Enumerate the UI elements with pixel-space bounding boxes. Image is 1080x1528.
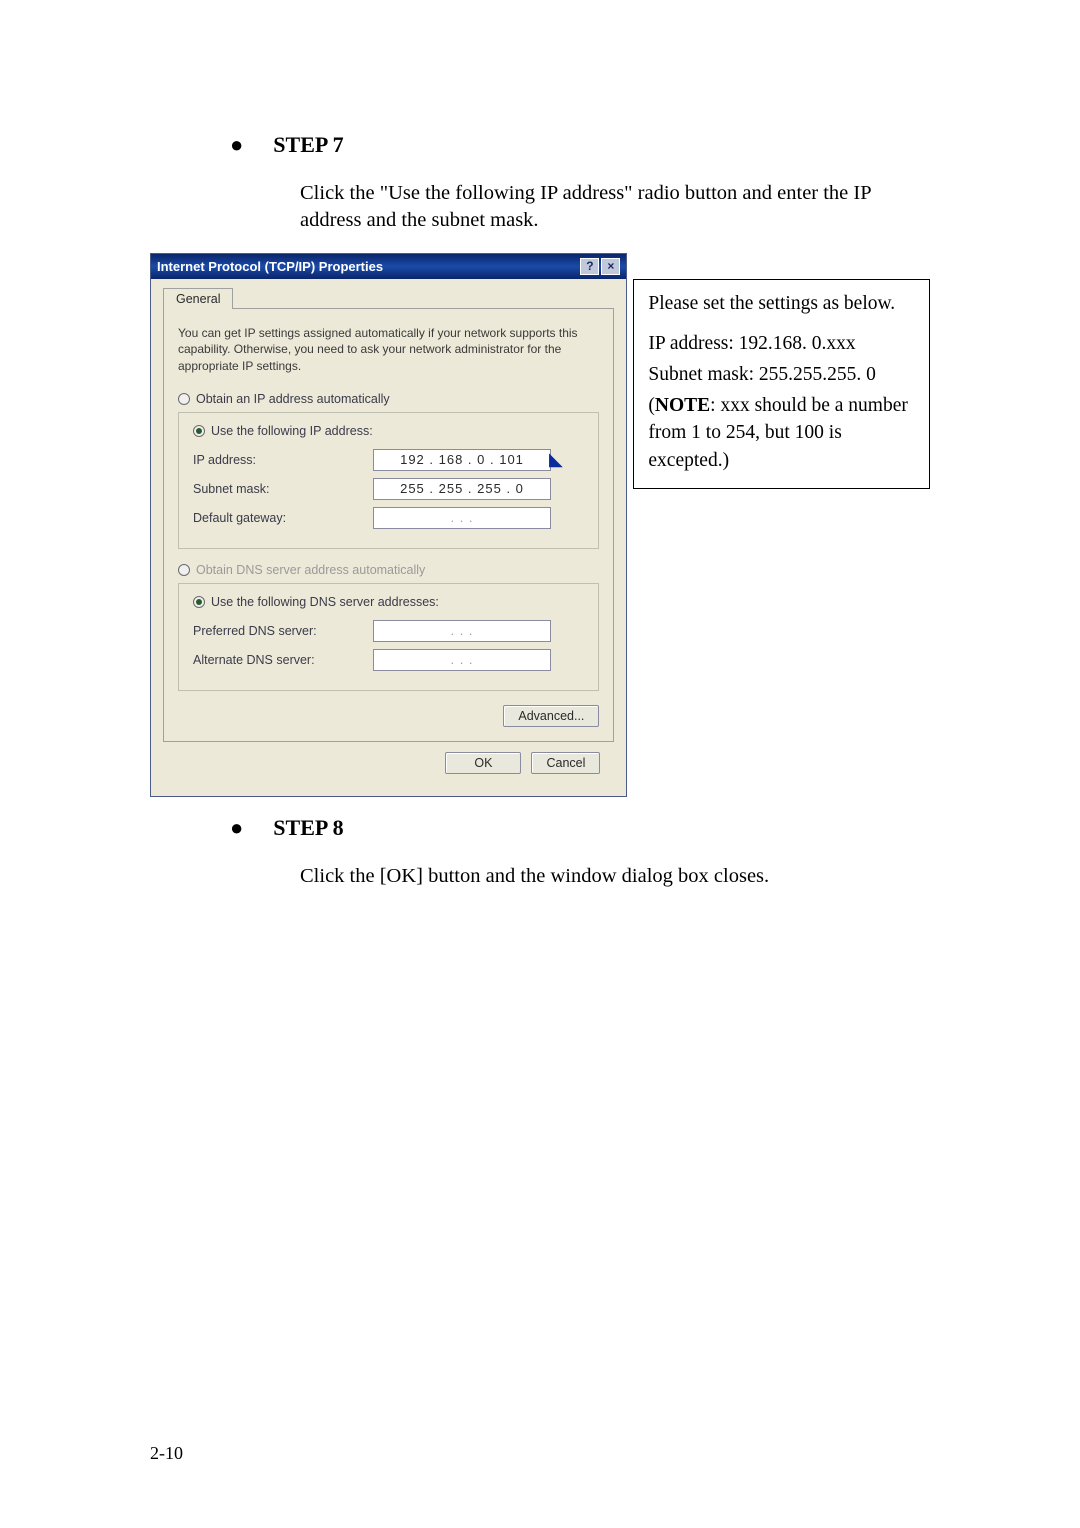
dns-auto-label: Obtain DNS server address automatically xyxy=(196,563,425,577)
cancel-button[interactable]: Cancel xyxy=(531,752,600,774)
note-line1: Please set the settings as below. xyxy=(648,290,915,317)
dns-manual-label: Use the following DNS server addresses: xyxy=(211,595,439,609)
note-ip: IP address: 192.168. 0.xxx xyxy=(648,330,915,357)
ok-button[interactable]: OK xyxy=(445,752,521,774)
step8-body: Click the [OK] button and the window dia… xyxy=(300,863,930,890)
help-icon[interactable]: ? xyxy=(580,258,599,275)
step7-body: Click the "Use the following IP address"… xyxy=(300,180,930,233)
settings-note: Please set the settings as below. IP add… xyxy=(633,279,930,489)
radio-icon xyxy=(193,596,205,608)
tcpip-dialog: Internet Protocol (TCP/IP) Properties ? … xyxy=(150,253,627,797)
preferred-dns-input[interactable]: . . . xyxy=(373,620,551,642)
close-icon[interactable]: × xyxy=(601,258,620,275)
radio-auto-label: Obtain an IP address automatically xyxy=(196,392,390,406)
arrow-icon: ◣ xyxy=(549,449,563,470)
radio-use-following[interactable]: Use the following IP address: xyxy=(189,424,377,438)
dialog-title: Internet Protocol (TCP/IP) Properties xyxy=(157,259,383,274)
alternate-dns-input[interactable]: . . . xyxy=(373,649,551,671)
note-note: (NOTE: xxx should be a number from 1 to … xyxy=(648,392,915,474)
note-subnet: Subnet mask: 255.255.255. 0 xyxy=(648,361,915,388)
radio-icon xyxy=(178,564,190,576)
dialog-titlebar: Internet Protocol (TCP/IP) Properties ? … xyxy=(151,254,626,279)
tab-general[interactable]: General xyxy=(163,288,233,309)
step8-heading: ● STEP 8 xyxy=(230,815,930,841)
preferred-dns-label: Preferred DNS server: xyxy=(193,624,373,638)
ip-address-input[interactable]: 192 . 168 . 0 . 101 xyxy=(373,449,551,471)
step8-title: STEP 8 xyxy=(273,815,343,841)
radio-icon xyxy=(193,425,205,437)
bullet-icon: ● xyxy=(230,132,243,158)
advanced-button[interactable]: Advanced... xyxy=(503,705,599,727)
subnet-mask-input[interactable]: 255 . 255 . 255 . 0 xyxy=(373,478,551,500)
radio-dns-auto: Obtain DNS server address automatically xyxy=(178,563,599,577)
bullet-icon: ● xyxy=(230,815,243,841)
step7-heading: ● STEP 7 xyxy=(230,132,930,158)
radio-obtain-auto[interactable]: Obtain an IP address automatically xyxy=(178,392,599,406)
step7-title: STEP 7 xyxy=(273,132,343,158)
dialog-description: You can get IP settings assigned automat… xyxy=(178,325,599,374)
page-number: 2-10 xyxy=(150,1443,183,1464)
radio-dns-manual[interactable]: Use the following DNS server addresses: xyxy=(189,595,443,609)
default-gateway-label: Default gateway: xyxy=(193,511,373,525)
dns-fieldset: Use the following DNS server addresses: … xyxy=(178,583,599,691)
radio-icon xyxy=(178,393,190,405)
alternate-dns-label: Alternate DNS server: xyxy=(193,653,373,667)
ip-address-label: IP address: xyxy=(193,453,373,467)
subnet-mask-label: Subnet mask: xyxy=(193,482,373,496)
tab-content: You can get IP settings assigned automat… xyxy=(163,308,614,742)
ip-fieldset: Use the following IP address: IP address… xyxy=(178,412,599,549)
default-gateway-input[interactable]: . . . xyxy=(373,507,551,529)
radio-manual-label: Use the following IP address: xyxy=(211,424,373,438)
